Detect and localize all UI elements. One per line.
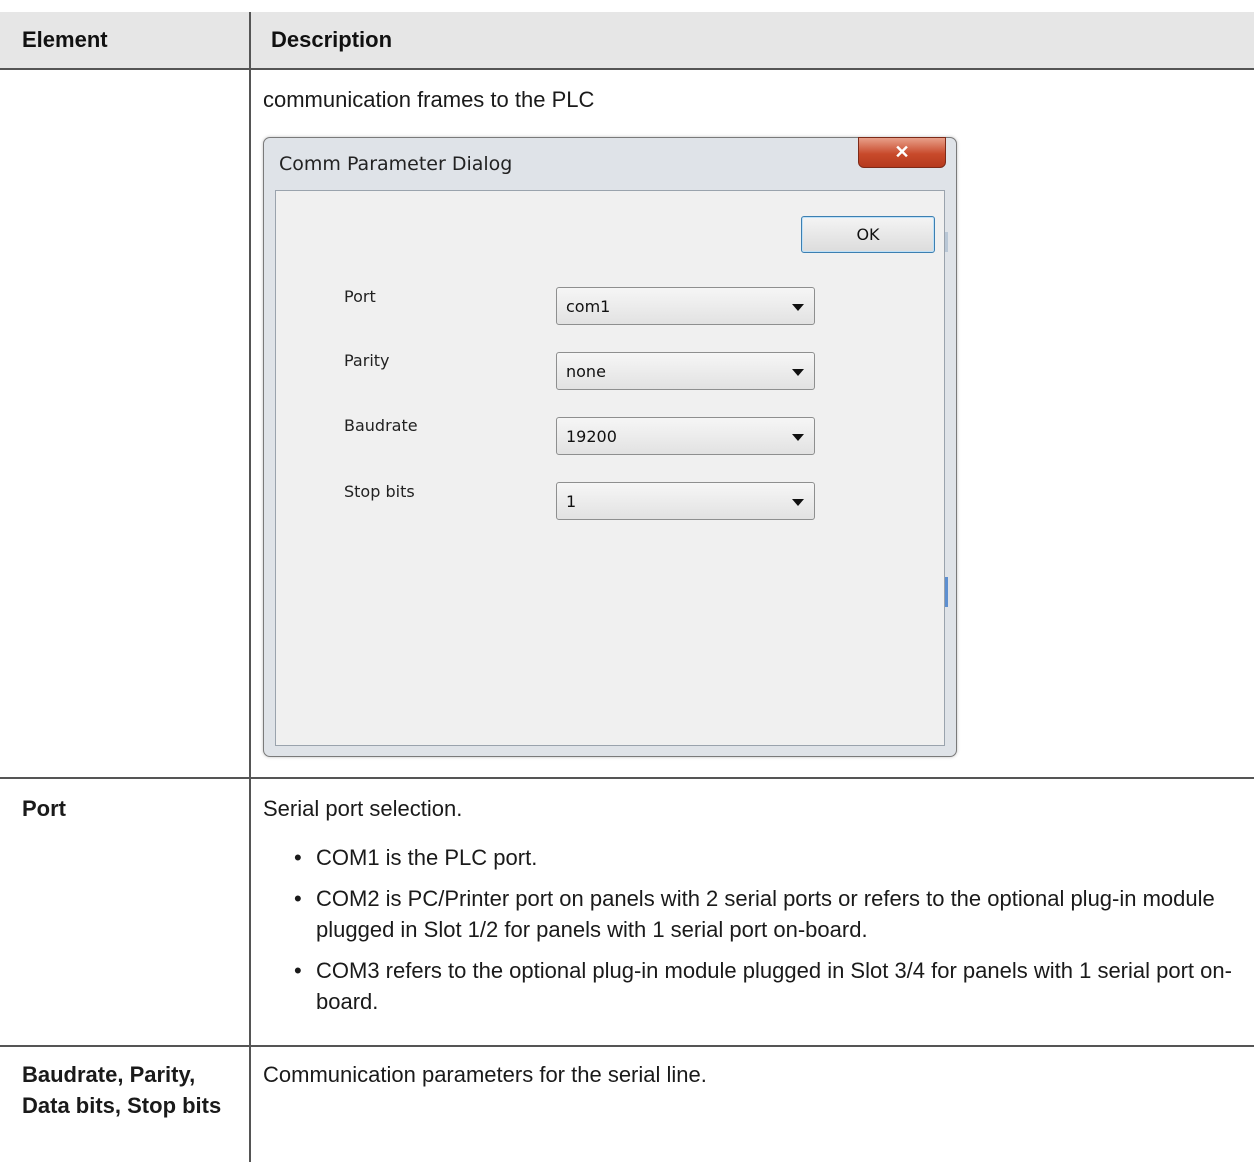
list-item: • COM3 refers to the optional plug-in mod… bbox=[294, 958, 1232, 1014]
chevron-down-icon bbox=[792, 499, 804, 506]
comm-parameter-dialog-screenshot: Comm Parameter Dialog ✕ OK Port com1 Par… bbox=[263, 137, 957, 757]
dialog-title: Comm Parameter Dialog bbox=[279, 153, 513, 175]
parity-label: Parity bbox=[344, 351, 390, 370]
dialog-close-button[interactable]: ✕ bbox=[858, 137, 946, 168]
table-header: Element Description bbox=[0, 12, 1254, 70]
edge-artifact bbox=[945, 232, 948, 252]
port-value: com1 bbox=[566, 297, 611, 316]
column-divider bbox=[249, 12, 251, 1162]
row1-element: Port bbox=[22, 796, 66, 821]
edge-artifact bbox=[945, 577, 948, 607]
chevron-down-icon bbox=[792, 369, 804, 376]
dialog-client-area: OK Port com1 Parity none Baudrate 19200 … bbox=[275, 190, 945, 746]
row2-description: Communication parameters for the serial … bbox=[263, 1062, 707, 1087]
stop-bits-label: Stop bits bbox=[344, 482, 415, 501]
row2-element: Baudrate, Parity, Data bits, Stop bits bbox=[22, 1062, 222, 1118]
baudrate-label: Baudrate bbox=[344, 416, 418, 435]
stop-bits-select[interactable]: 1 bbox=[556, 482, 815, 520]
chevron-down-icon bbox=[792, 304, 804, 311]
parameter-table: Element Description communication frames… bbox=[0, 0, 1254, 1162]
row1-description: Serial port selection. bbox=[263, 796, 463, 821]
row0-description: communication frames to the PLC bbox=[263, 87, 595, 112]
baudrate-value: 19200 bbox=[566, 427, 617, 446]
list-item: • COM2 is PC/Printer port on panels with … bbox=[294, 886, 1215, 942]
row-divider bbox=[0, 1045, 1254, 1047]
header-element: Element bbox=[22, 27, 108, 52]
chevron-down-icon bbox=[792, 434, 804, 441]
row-divider bbox=[0, 777, 1254, 779]
port-select[interactable]: com1 bbox=[556, 287, 815, 325]
stop-bits-value: 1 bbox=[566, 492, 577, 511]
port-label: Port bbox=[344, 287, 376, 306]
close-icon: ✕ bbox=[894, 142, 910, 162]
baudrate-select[interactable]: 19200 bbox=[556, 417, 815, 455]
ok-button[interactable]: OK bbox=[801, 216, 935, 253]
parity-select[interactable]: none bbox=[556, 352, 815, 390]
port-bullet-list: • COM1 is the PLC port. • COM2 is PC/Print… bbox=[294, 842, 1244, 1027]
list-item: • COM1 is the PLC port. bbox=[294, 845, 538, 870]
parity-value: none bbox=[566, 362, 606, 381]
header-description: Description bbox=[271, 27, 393, 52]
